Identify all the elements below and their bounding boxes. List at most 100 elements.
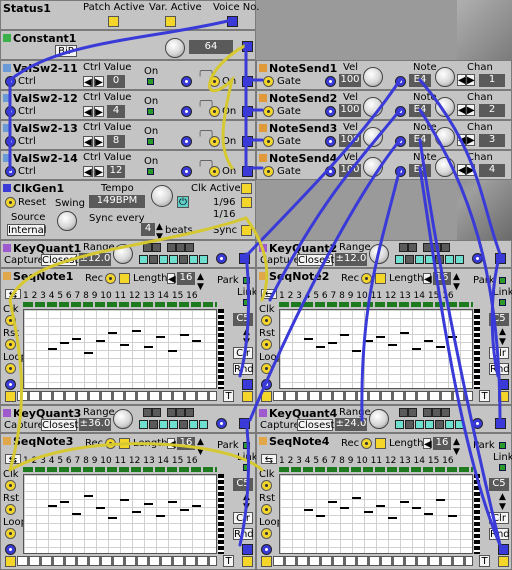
range-knob[interactable] <box>369 409 389 429</box>
voice-no-output[interactable] <box>227 16 238 27</box>
key-toggle[interactable] <box>185 243 194 252</box>
key-toggle[interactable] <box>199 255 208 264</box>
note-grid[interactable] <box>23 309 217 389</box>
key-toggle[interactable] <box>423 243 432 252</box>
note-step[interactable] <box>168 501 177 503</box>
gate-step-bar[interactable] <box>17 556 217 566</box>
key-toggle[interactable] <box>169 420 178 429</box>
note-step[interactable] <box>448 336 457 338</box>
note-step[interactable] <box>168 350 177 352</box>
swing-knob[interactable] <box>57 211 77 231</box>
rec-toggle[interactable] <box>375 438 386 449</box>
rec-input[interactable] <box>361 438 372 449</box>
length-decrement[interactable]: ◀ <box>423 438 432 450</box>
seq-trig-input[interactable] <box>5 391 16 402</box>
note-grid[interactable] <box>279 309 473 389</box>
note-step[interactable] <box>132 511 141 513</box>
seq-aux-input[interactable] <box>261 544 272 555</box>
note-step[interactable] <box>376 336 385 338</box>
key-toggle[interactable] <box>159 420 168 429</box>
note-stepper[interactable]: ▲ ▼ <box>243 327 250 347</box>
note-step[interactable] <box>328 342 337 344</box>
note-step[interactable] <box>316 346 325 348</box>
note-step[interactable] <box>388 344 397 346</box>
key-toggle[interactable] <box>441 408 450 417</box>
key-toggle[interactable] <box>159 255 168 264</box>
collapse-icon[interactable] <box>3 154 11 162</box>
collapse-icon[interactable] <box>3 34 11 42</box>
trigger-toggle[interactable]: T <box>223 555 234 567</box>
loop-input[interactable] <box>261 528 272 539</box>
capture-select[interactable]: Closest <box>41 419 78 431</box>
note-step[interactable] <box>192 340 201 342</box>
note-input[interactable] <box>395 166 406 177</box>
edit-button[interactable]: ⇆ <box>261 454 277 466</box>
key-toggle[interactable] <box>399 243 408 252</box>
length-stepper[interactable]: ▲ ▼ <box>453 272 460 292</box>
key-toggle[interactable] <box>179 420 188 429</box>
key-toggle[interactable] <box>432 243 441 252</box>
key-toggle[interactable] <box>415 420 424 429</box>
key-toggle[interactable] <box>425 255 434 264</box>
chan-decrement[interactable]: ◀ <box>457 164 466 176</box>
seq-aux-input[interactable] <box>5 544 16 555</box>
keyquant-input[interactable] <box>472 253 483 264</box>
note-step[interactable] <box>340 507 349 509</box>
note-stepper[interactable]: ▲ ▼ <box>243 492 250 512</box>
note-step[interactable] <box>436 499 445 501</box>
length-decrement[interactable]: ◀ <box>423 273 432 285</box>
length-decrement[interactable]: ◀ <box>167 273 176 285</box>
note-step[interactable] <box>304 509 313 511</box>
key-toggle[interactable] <box>185 408 194 417</box>
range-knob[interactable] <box>113 244 133 264</box>
increment-button[interactable]: ▶ <box>94 106 104 118</box>
capture-select[interactable]: Closest <box>297 419 334 431</box>
note-step[interactable] <box>132 330 141 332</box>
note-step[interactable] <box>156 336 165 338</box>
note-step[interactable] <box>400 501 409 503</box>
note-step[interactable] <box>120 499 129 501</box>
length-stepper[interactable]: ▲ ▼ <box>197 272 204 292</box>
key-toggle[interactable] <box>139 255 148 264</box>
note-step[interactable] <box>72 338 81 340</box>
trigger-toggle[interactable]: T <box>223 390 234 402</box>
constant-output[interactable] <box>242 41 253 52</box>
note-knob[interactable] <box>435 127 455 147</box>
key-toggle[interactable] <box>167 408 176 417</box>
trigger-toggle[interactable]: T <box>479 555 490 567</box>
gate-step-bar[interactable] <box>273 391 473 401</box>
key-toggle[interactable] <box>408 243 417 252</box>
note-step[interactable] <box>412 507 421 509</box>
div-96-output[interactable] <box>241 197 252 208</box>
keyquant-output[interactable] <box>495 253 506 264</box>
key-toggle[interactable] <box>149 255 158 264</box>
key-toggle[interactable] <box>399 408 408 417</box>
collapse-icon[interactable] <box>259 124 267 132</box>
chan-increment[interactable]: ▶ <box>466 164 475 176</box>
clk-input[interactable] <box>261 480 272 491</box>
clk-input[interactable] <box>261 315 272 326</box>
rec-input[interactable] <box>105 273 116 284</box>
loop-input[interactable] <box>261 363 272 374</box>
note-step[interactable] <box>48 348 57 350</box>
chan-increment[interactable]: ▶ <box>466 104 475 116</box>
patch-active-output[interactable] <box>108 16 119 27</box>
note-step[interactable] <box>328 501 337 503</box>
collapse-icon[interactable] <box>259 94 267 102</box>
note-knob[interactable] <box>435 97 455 117</box>
bip-toggle[interactable]: BiP <box>55 45 77 57</box>
key-toggle[interactable] <box>189 255 198 264</box>
sync-output[interactable] <box>241 225 252 236</box>
on-input[interactable] <box>209 76 220 87</box>
in-port[interactable] <box>181 76 192 87</box>
key-toggle[interactable] <box>455 255 464 264</box>
collapse-icon[interactable] <box>259 244 267 252</box>
key-toggle[interactable] <box>445 255 454 264</box>
collapse-icon[interactable] <box>3 124 11 132</box>
vel-input[interactable] <box>325 166 336 177</box>
rst-input[interactable] <box>261 504 272 515</box>
chan-decrement[interactable]: ◀ <box>457 134 466 146</box>
chan-increment[interactable]: ▶ <box>466 74 475 86</box>
note-step[interactable] <box>156 515 165 517</box>
clk-active-output[interactable] <box>241 183 252 194</box>
